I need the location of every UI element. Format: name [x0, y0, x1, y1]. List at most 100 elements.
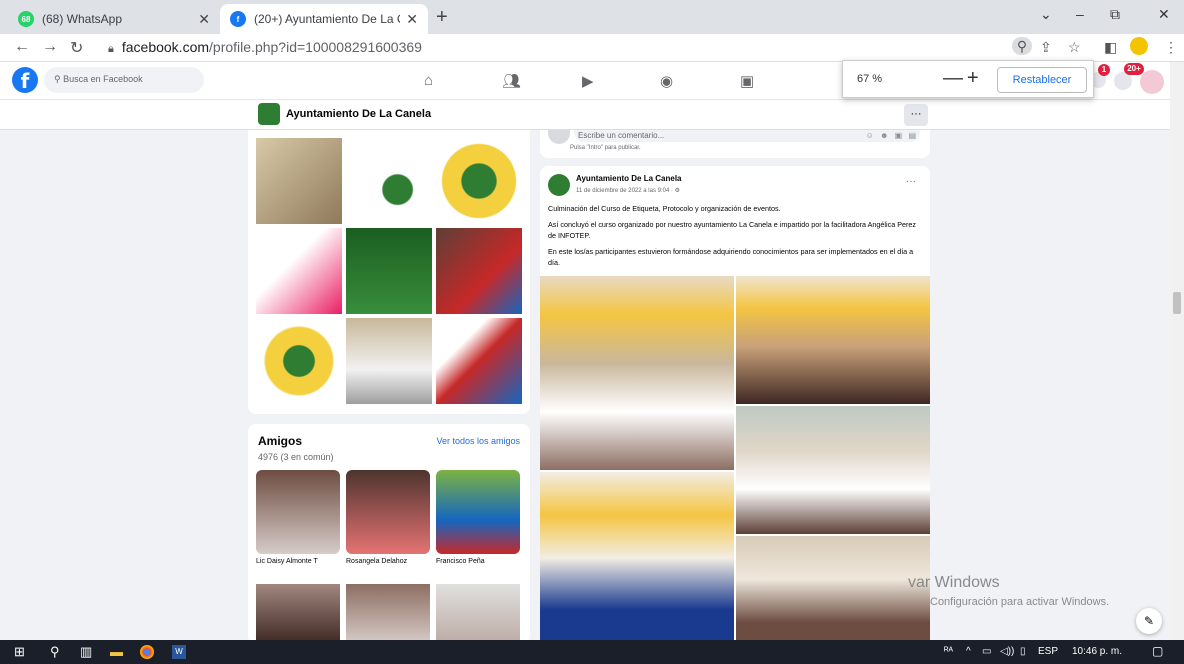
- friend-photo[interactable]: [256, 584, 340, 644]
- tray-chevron-icon[interactable]: ^: [966, 646, 971, 657]
- gaming-icon[interactable]: ▣: [740, 72, 754, 90]
- photo-thumbnail[interactable]: [256, 318, 342, 404]
- groups-icon[interactable]: ◉: [660, 72, 673, 90]
- chrome-icon[interactable]: [140, 645, 154, 659]
- tab-whatsapp[interactable]: 68 (68) WhatsApp ✕: [8, 4, 220, 34]
- friends-icon[interactable]: 👥︎: [502, 72, 521, 90]
- clock[interactable]: 10:46 p. m.: [1072, 646, 1122, 657]
- photo-thumbnail[interactable]: [436, 228, 522, 314]
- post-photo[interactable]: [540, 276, 734, 470]
- restore-button[interactable]: ⧉: [1110, 6, 1120, 23]
- facebook-logo-icon[interactable]: f: [12, 67, 38, 93]
- post-paragraph: Así concluyó el curso organizado por nue…: [548, 220, 916, 240]
- back-arrow-icon[interactable]: ←: [14, 38, 30, 56]
- see-all-friends-link[interactable]: Ver todos los amigos: [436, 436, 520, 446]
- people-icon[interactable]: ᴿᴬ: [944, 646, 953, 657]
- post-photo[interactable]: [736, 536, 930, 644]
- zoom-in-button[interactable]: +: [967, 67, 979, 90]
- url-field[interactable]: 🔒︎ facebook.com/profile.php?id=1000082916…: [108, 39, 422, 56]
- post-date[interactable]: 11 de diciembre de 2022 a las 9:04 · ⚙: [576, 187, 680, 194]
- forward-arrow-icon[interactable]: →: [42, 38, 58, 56]
- photo-thumbnail[interactable]: [346, 138, 432, 224]
- post-more-button[interactable]: ···: [906, 176, 916, 187]
- scrollbar-track[interactable]: [1170, 62, 1184, 640]
- zoom-icon[interactable]: ⚲: [1012, 37, 1032, 55]
- more-options-button[interactable]: ···: [904, 104, 928, 126]
- watch-icon[interactable]: ▶: [582, 72, 594, 90]
- url-path: /profile.php?id=100008291600369: [209, 39, 422, 55]
- close-tab-icon[interactable]: ✕: [406, 11, 418, 28]
- zoom-reset-button[interactable]: Restablecer: [997, 67, 1087, 93]
- language-indicator[interactable]: ESP: [1038, 646, 1058, 657]
- facebook-icon: f: [230, 11, 246, 27]
- volume-icon[interactable]: ◁)): [1000, 646, 1014, 657]
- notifications-badge: 20+: [1124, 63, 1144, 75]
- activation-watermark-title: var Windows: [908, 574, 1000, 591]
- post-photo[interactable]: [540, 472, 734, 644]
- friend-name: Lic Daisy Almonte T: [256, 558, 318, 565]
- commenter-avatar: [548, 130, 570, 144]
- photo-thumbnail[interactable]: [346, 318, 432, 404]
- tab-title: (68) WhatsApp: [42, 12, 123, 26]
- battery-icon[interactable]: ▯: [1020, 646, 1026, 657]
- lock-icon: 🔒︎: [108, 43, 114, 55]
- address-bar-row: ← → ↻ 🔒︎ facebook.com/profile.php?id=1000…: [0, 34, 1184, 62]
- share-icon[interactable]: ⇪: [1040, 39, 1052, 56]
- menu-kebab-icon[interactable]: ⋮: [1164, 39, 1178, 56]
- new-tab-button[interactable]: +: [436, 6, 448, 29]
- home-icon[interactable]: ⌂: [424, 72, 433, 89]
- friend-card[interactable]: Lic Daisy Almonte T: [256, 470, 340, 565]
- side-panel-icon[interactable]: ◧: [1104, 39, 1117, 56]
- photo-thumbnail[interactable]: [436, 318, 522, 404]
- bookmark-star-icon[interactable]: ☆: [1068, 39, 1081, 56]
- messenger-badge: 1: [1098, 64, 1110, 76]
- scrollbar-thumb[interactable]: [1173, 292, 1181, 314]
- friend-photo[interactable]: [346, 584, 430, 644]
- new-message-icon[interactable]: ✎: [1136, 608, 1162, 634]
- post-author-avatar[interactable]: [548, 174, 570, 196]
- zoom-out-button[interactable]: —: [943, 67, 963, 90]
- comment-tools-icons[interactable]: ☺ ☻ ▣ ▤: [866, 131, 918, 140]
- tab-search-icon[interactable]: ⌄: [1040, 6, 1052, 23]
- page-avatar[interactable]: [258, 103, 280, 125]
- post-card: Ayuntamiento De La Canela 11 de diciembr…: [540, 166, 930, 644]
- url-host: facebook.com: [121, 39, 210, 55]
- profile-avatar-icon[interactable]: [1130, 37, 1148, 55]
- post-paragraph: Culminación del Curso de Etiqueta, Proto…: [548, 204, 781, 213]
- windows-taskbar: ⊞ ⚲ ▥ ▬ W ᴿᴬ ^ ▭ ◁)) ▯ ESP 10:46 p. m. ▢: [0, 640, 1184, 664]
- friend-card[interactable]: Francisco Peña: [436, 470, 520, 565]
- word-icon[interactable]: W: [172, 645, 186, 659]
- photo-thumbnail[interactable]: [256, 138, 342, 224]
- reload-icon[interactable]: ↻: [70, 38, 83, 58]
- post-author[interactable]: Ayuntamiento De La Canela: [576, 174, 682, 183]
- tab-title: (20+) Ayuntamiento De La Canel: [254, 12, 400, 26]
- close-tab-icon[interactable]: ✕: [198, 11, 210, 28]
- photo-thumbnail[interactable]: [256, 228, 342, 314]
- search-icon: ⚲: [54, 74, 64, 84]
- friend-photo: [256, 470, 340, 554]
- facebook-search-input[interactable]: ⚲ Busca en Facebook: [44, 67, 204, 93]
- photo-thumbnail[interactable]: [436, 138, 522, 224]
- tab-facebook[interactable]: f (20+) Ayuntamiento De La Canel ✕: [220, 4, 428, 34]
- friend-photo[interactable]: [436, 584, 520, 644]
- comment-area: Escribe un comentario... ☺ ☻ ▣ ▤ Pulsa "…: [540, 130, 930, 158]
- search-placeholder: Busca en Facebook: [63, 74, 143, 84]
- minimize-button[interactable]: –: [1076, 6, 1084, 22]
- account-avatar[interactable]: [1140, 70, 1164, 94]
- file-explorer-icon[interactable]: ▬: [110, 644, 123, 659]
- post-paragraph: En este los/as participantes estuvieron …: [548, 247, 914, 267]
- task-view-icon[interactable]: ▥: [80, 644, 92, 660]
- notification-center-icon[interactable]: ▢: [1152, 644, 1163, 658]
- windows-start-icon[interactable]: ⊞: [14, 644, 25, 660]
- post-photo[interactable]: [736, 276, 930, 404]
- page-name[interactable]: Ayuntamiento De La Canela: [286, 108, 431, 120]
- friend-card[interactable]: Rosangela Delahoz: [346, 470, 430, 565]
- post-photo[interactable]: [736, 406, 930, 534]
- photo-thumbnail[interactable]: [346, 228, 432, 314]
- close-window-button[interactable]: ✕: [1158, 6, 1170, 23]
- friends-card: Amigos 4976 (3 en común) Ver todos los a…: [248, 424, 530, 644]
- comment-placeholder: Escribe un comentario...: [578, 131, 665, 140]
- network-icon[interactable]: ▭: [982, 646, 991, 657]
- search-icon[interactable]: ⚲: [50, 644, 60, 660]
- friend-name: Francisco Peña: [436, 558, 485, 565]
